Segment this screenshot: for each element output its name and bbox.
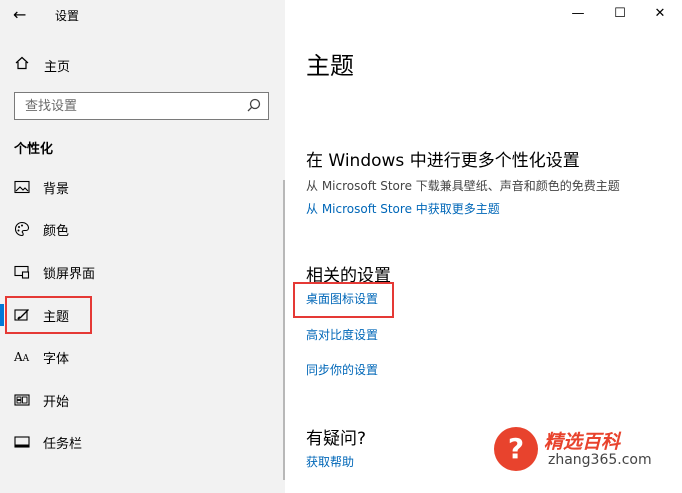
back-arrow-icon[interactable]: ← xyxy=(13,5,33,25)
sidebar-item-fonts[interactable]: AA 字体 xyxy=(0,336,285,378)
close-button[interactable]: ✕ xyxy=(645,4,675,24)
question-mark-icon: ? xyxy=(494,427,538,471)
section-heading-personalization: 个性化 xyxy=(14,142,54,157)
taskbar-icon xyxy=(14,434,30,450)
get-more-themes-link[interactable]: 从 Microsoft Store 中获取更多主题 xyxy=(306,200,500,217)
sidebar-item-label: 背景 xyxy=(43,182,70,197)
watermark-site: zhang365.com xyxy=(548,452,652,468)
sidebar-item-label: 开始 xyxy=(43,395,70,410)
app-title: 设置 xyxy=(55,9,80,23)
get-help-link[interactable]: 获取帮助 xyxy=(306,453,354,470)
sync-settings-link[interactable]: 同步你的设置 xyxy=(306,361,378,378)
watermark-title: 精选百科 xyxy=(544,431,621,453)
content-pane: — ☐ ✕ 主题 在 Windows 中进行更多个性化设置 从 Microsof… xyxy=(285,0,682,493)
question-heading: 有疑问? xyxy=(306,429,367,449)
palette-icon xyxy=(14,221,30,237)
sidebar-item-lock-screen[interactable]: 锁屏界面 xyxy=(0,251,285,293)
search-icon[interactable] xyxy=(246,97,262,115)
font-icon: AA xyxy=(14,350,30,364)
highlight-box-themes xyxy=(5,296,92,334)
home-label: 主页 xyxy=(44,59,71,75)
home-icon xyxy=(14,56,30,74)
sidebar-item-background[interactable]: 背景 xyxy=(0,166,285,208)
maximize-button[interactable]: ☐ xyxy=(605,4,635,24)
start-icon xyxy=(14,392,30,408)
sidebar-item-label: 字体 xyxy=(43,352,70,367)
lock-screen-icon xyxy=(14,264,30,280)
watermark: ? 精选百科 zhang365.com xyxy=(494,427,674,473)
sidebar-item-label: 任务栏 xyxy=(43,437,83,452)
sidebar-item-start[interactable]: 开始 xyxy=(0,379,285,421)
high-contrast-settings-link[interactable]: 高对比度设置 xyxy=(306,326,378,343)
search-box[interactable] xyxy=(14,92,269,120)
sidebar-item-label: 锁屏界面 xyxy=(43,267,96,282)
sidebar-item-home[interactable]: 主页 xyxy=(14,55,70,75)
page-title: 主题 xyxy=(306,52,354,80)
minimize-button[interactable]: — xyxy=(563,4,593,24)
highlight-box-desktop-icons xyxy=(293,282,394,318)
more-personalization-heading: 在 Windows 中进行更多个性化设置 xyxy=(306,151,580,171)
sidebar-item-colors[interactable]: 颜色 xyxy=(0,208,285,250)
image-icon xyxy=(14,179,30,195)
sidebar-item-taskbar[interactable]: 任务栏 xyxy=(0,421,285,463)
sidebar: ← 设置 主页 个性化 背景 颜色 锁屏界面 主题 xyxy=(0,0,285,493)
search-input[interactable] xyxy=(25,97,245,115)
more-personalization-description: 从 Microsoft Store 下载兼具壁纸、声音和颜色的免费主题 xyxy=(306,179,620,193)
sidebar-item-label: 颜色 xyxy=(43,224,70,239)
